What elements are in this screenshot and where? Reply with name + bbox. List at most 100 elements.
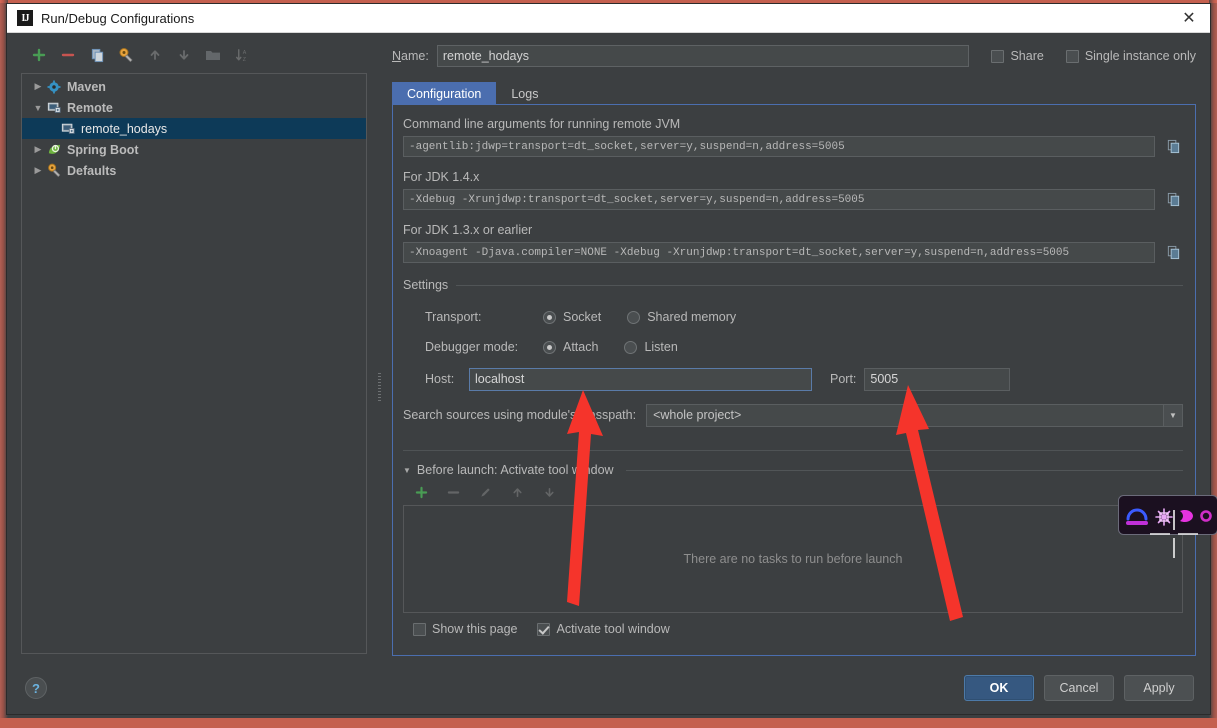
tree-node-label: Spring Boot bbox=[67, 142, 139, 157]
copy-icon bbox=[91, 48, 103, 62]
remove-configuration-button[interactable] bbox=[58, 45, 78, 65]
move-task-up-button[interactable] bbox=[507, 482, 527, 502]
host-input[interactable] bbox=[469, 367, 812, 391]
tree-node-maven[interactable]: ▶ Maven bbox=[22, 76, 366, 97]
settings-group: Settings Transport: Socket Shared memory… bbox=[403, 278, 1183, 434]
transport-socket-label: Socket bbox=[563, 310, 602, 324]
before-launch-rule bbox=[625, 469, 1183, 471]
activate-tool-window-label: Activate tool window bbox=[556, 622, 670, 636]
cancel-button[interactable]: Cancel bbox=[1044, 675, 1114, 701]
transport-shared-memory-radio[interactable] bbox=[627, 310, 641, 324]
tree-node-label: Remote bbox=[67, 100, 113, 115]
debugger-mode-option-listen[interactable]: Listen bbox=[624, 340, 678, 354]
close-icon[interactable]: ✕ bbox=[1174, 6, 1204, 30]
section-divider bbox=[403, 450, 1183, 451]
jvm-args-field[interactable]: -agentlib:jdwp=transport=dt_socket,serve… bbox=[403, 136, 1155, 157]
tree-node-label: Defaults bbox=[67, 163, 117, 178]
jdk14-field[interactable]: -Xdebug -Xrunjdwp:transport=dt_socket,se… bbox=[403, 189, 1155, 210]
move-task-down-button[interactable] bbox=[539, 482, 559, 502]
transport-option-shared-memory[interactable]: Shared memory bbox=[627, 310, 736, 324]
tree-node-spring-boot[interactable]: ▶ Spring Boot bbox=[22, 139, 366, 160]
transport-row: Transport: Socket Shared memory bbox=[425, 302, 1183, 332]
splitter-grip[interactable] bbox=[378, 373, 381, 401]
settings-body: Transport: Socket Shared memory Debugger… bbox=[403, 302, 1183, 434]
tree-node-defaults[interactable]: ▶ Defaults bbox=[22, 160, 366, 181]
single-instance-checkbox[interactable]: Single instance only bbox=[1065, 49, 1196, 63]
show-this-page-label: Show this page bbox=[432, 622, 518, 636]
before-launch-footer: Show this page Activate tool window bbox=[403, 613, 1183, 645]
share-checkbox[interactable]: Share bbox=[991, 49, 1044, 63]
tree-node-remote[interactable]: ▼ Remote bbox=[22, 97, 366, 118]
copy-jvm-args-button[interactable] bbox=[1163, 137, 1183, 157]
jdk14-label: For JDK 1.4.x bbox=[403, 170, 480, 184]
dialog-titlebar: IJ Run/Debug Configurations ✕ bbox=[7, 4, 1210, 33]
remove-task-button[interactable] bbox=[443, 482, 463, 502]
share-checkbox-box[interactable] bbox=[991, 49, 1005, 63]
folder-icon bbox=[206, 51, 220, 60]
chevron-right-icon[interactable]: ▶ bbox=[30, 142, 46, 158]
show-this-page-checkbox-box[interactable] bbox=[413, 622, 426, 636]
before-launch-toolbar bbox=[403, 479, 1183, 505]
configurations-toolbar: A Z bbox=[21, 41, 367, 69]
search-sources-dropdown[interactable]: <whole project> ▼ bbox=[646, 403, 1183, 427]
move-up-button[interactable] bbox=[145, 45, 165, 65]
tree-node-label: Maven bbox=[67, 79, 106, 94]
configurations-tree[interactable]: ▶ Maven ▼ Remote remote_hodays ▶ Spring Boot ▶ D… bbox=[21, 73, 367, 654]
help-icon[interactable]: ? bbox=[25, 677, 47, 699]
before-launch-task-list[interactable]: There are no tasks to run before launch bbox=[403, 505, 1183, 613]
copy-to-clipboard-icon bbox=[1167, 139, 1179, 154]
show-this-page-checkbox[interactable]: Show this page bbox=[413, 622, 517, 636]
chevron-down-icon[interactable]: ▼ bbox=[30, 100, 46, 116]
before-launch-empty-text: There are no tasks to run before launch bbox=[683, 552, 903, 566]
arrow-down-icon bbox=[179, 50, 189, 60]
add-task-button[interactable] bbox=[411, 482, 431, 502]
spring-boot-icon bbox=[46, 142, 62, 158]
add-configuration-button[interactable] bbox=[29, 45, 49, 65]
configuration-name-input[interactable] bbox=[436, 45, 970, 67]
debugger-mode-option-attach[interactable]: Attach bbox=[543, 340, 598, 354]
copy-jdk14-button[interactable] bbox=[1163, 190, 1183, 210]
copy-configuration-button[interactable] bbox=[87, 45, 107, 65]
before-launch-twisty-icon[interactable]: ▼ bbox=[403, 466, 411, 475]
settings-group-label: Settings bbox=[403, 278, 449, 292]
settings-group-rule bbox=[456, 284, 1183, 286]
ok-button[interactable]: OK bbox=[964, 675, 1034, 701]
chevron-down-icon[interactable]: ▼ bbox=[1163, 404, 1182, 426]
arrow-up-icon bbox=[150, 50, 160, 60]
plus-icon bbox=[415, 486, 427, 498]
move-down-button[interactable] bbox=[174, 45, 194, 65]
search-sources-row: Search sources using module's classpath:… bbox=[403, 396, 1183, 434]
edit-templates-button[interactable] bbox=[116, 45, 136, 65]
jvm-args-section-label: Command line arguments for running remot… bbox=[403, 117, 681, 131]
tree-node-remote-hodays[interactable]: remote_hodays bbox=[22, 118, 366, 139]
apply-button[interactable]: Apply bbox=[1124, 675, 1194, 701]
tab-logs[interactable]: Logs bbox=[496, 82, 553, 104]
port-input[interactable] bbox=[864, 367, 1011, 391]
debugger-mode-attach-radio[interactable] bbox=[543, 340, 556, 354]
panel-splitter[interactable] bbox=[377, 33, 382, 662]
remote-icon bbox=[60, 121, 76, 137]
single-instance-checkbox-box[interactable] bbox=[1065, 49, 1079, 63]
edit-task-button[interactable] bbox=[475, 482, 495, 502]
host-label: Host: bbox=[425, 372, 455, 386]
transport-option-socket[interactable]: Socket bbox=[543, 310, 601, 324]
copy-jdk13-button[interactable] bbox=[1163, 243, 1183, 263]
settings-group-header: Settings bbox=[403, 278, 1183, 292]
debugger-mode-listen-radio[interactable] bbox=[624, 340, 638, 354]
tab-configuration[interactable]: Configuration bbox=[392, 82, 497, 104]
jvm-args-row: -agentlib:jdwp=transport=dt_socket,serve… bbox=[403, 136, 1183, 157]
chevron-right-icon[interactable]: ▶ bbox=[30, 163, 46, 179]
port-label: Port: bbox=[830, 372, 857, 386]
activate-tool-window-checkbox[interactable]: Activate tool window bbox=[537, 622, 670, 636]
before-launch-header[interactable]: ▼ Before launch: Activate tool window bbox=[403, 463, 1183, 477]
jdk14-row: -Xdebug -Xrunjdwp:transport=dt_socket,se… bbox=[403, 189, 1183, 210]
transport-socket-radio[interactable] bbox=[543, 310, 556, 324]
tree-node-label: remote_hodays bbox=[81, 121, 168, 136]
debugger-mode-label: Debugger mode: bbox=[425, 340, 519, 354]
create-folder-button[interactable] bbox=[203, 45, 223, 65]
activate-tool-window-checkbox-box[interactable] bbox=[537, 622, 551, 636]
chevron-right-icon[interactable]: ▶ bbox=[30, 79, 46, 95]
jdk13-field[interactable]: -Xnoagent -Djava.compiler=NONE -Xdebug -… bbox=[403, 242, 1155, 263]
sort-configurations-button[interactable]: A Z bbox=[232, 45, 252, 65]
configurations-panel: A Z ▶ Maven ▼ Remote remote_hodays ▶ Spring Bo… bbox=[7, 33, 377, 662]
